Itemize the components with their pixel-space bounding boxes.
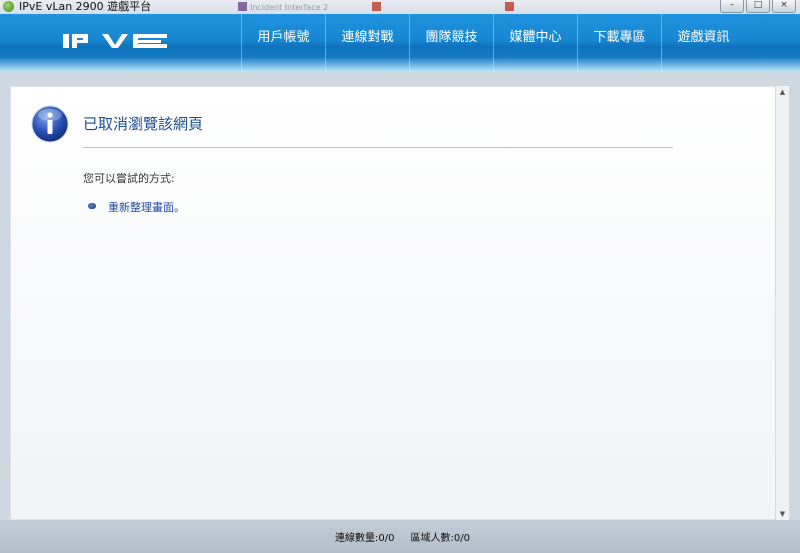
background-tab-1: Incident Interface 2 [238,2,328,13]
minimize-button[interactable]: – [720,0,744,13]
browser-content: 已取消瀏覽該網頁 您可以嘗試的方式: 重新整理畫面。 [10,86,776,520]
tab-icon [372,2,381,11]
bullet-icon [88,203,96,209]
nav-team-competition[interactable]: 團隊競技 [409,14,493,71]
ipve-logo [63,34,167,48]
refresh-link[interactable]: 重新整理畫面。 [108,199,185,215]
title-bar: IPvE vLan 2900 遊戲平台 Incident Interface 2… [0,0,800,14]
suggestion-text: 您可以嘗試的方式: [83,172,175,185]
connection-count: 連線數量:0/0 [335,533,395,544]
info-icon [31,105,69,143]
background-tab-2 [372,2,384,13]
app-header: 用戶帳號 連線對戰 團隊競技 媒體中心 下載專區 遊戲資訊 [0,14,800,71]
status-text: 連線數量:0/0 區域人數:0/0 [335,529,470,544]
close-button[interactable]: × [772,0,796,13]
status-bar: 連線數量:0/0 區域人數:0/0 [0,520,800,553]
page-heading: 已取消瀏覽該網頁 [83,115,204,133]
maximize-button[interactable]: □ [746,0,770,13]
tab-icon [505,2,514,11]
nav-download-zone[interactable]: 下載專區 [577,14,661,71]
scroll-up-arrow-icon[interactable]: ▲ [776,86,789,98]
background-tab-3 [505,2,517,13]
area-people-count: 區域人數:0/0 [410,533,470,544]
vertical-scrollbar[interactable]: ▲ ▼ [775,86,789,520]
nav-media-center[interactable]: 媒體中心 [493,14,577,71]
tab-icon [238,2,247,11]
nav-online-battle[interactable]: 連線對戰 [325,14,409,71]
divider [83,147,673,148]
window-controls: – □ × [720,0,796,13]
nav-game-info[interactable]: 遊戲資訊 [661,14,745,71]
nav-user-account[interactable]: 用戶帳號 [241,14,325,71]
window-title: IPvE vLan 2900 遊戲平台 [19,0,152,13]
app-icon [3,1,14,12]
scroll-down-arrow-icon[interactable]: ▼ [776,508,789,520]
